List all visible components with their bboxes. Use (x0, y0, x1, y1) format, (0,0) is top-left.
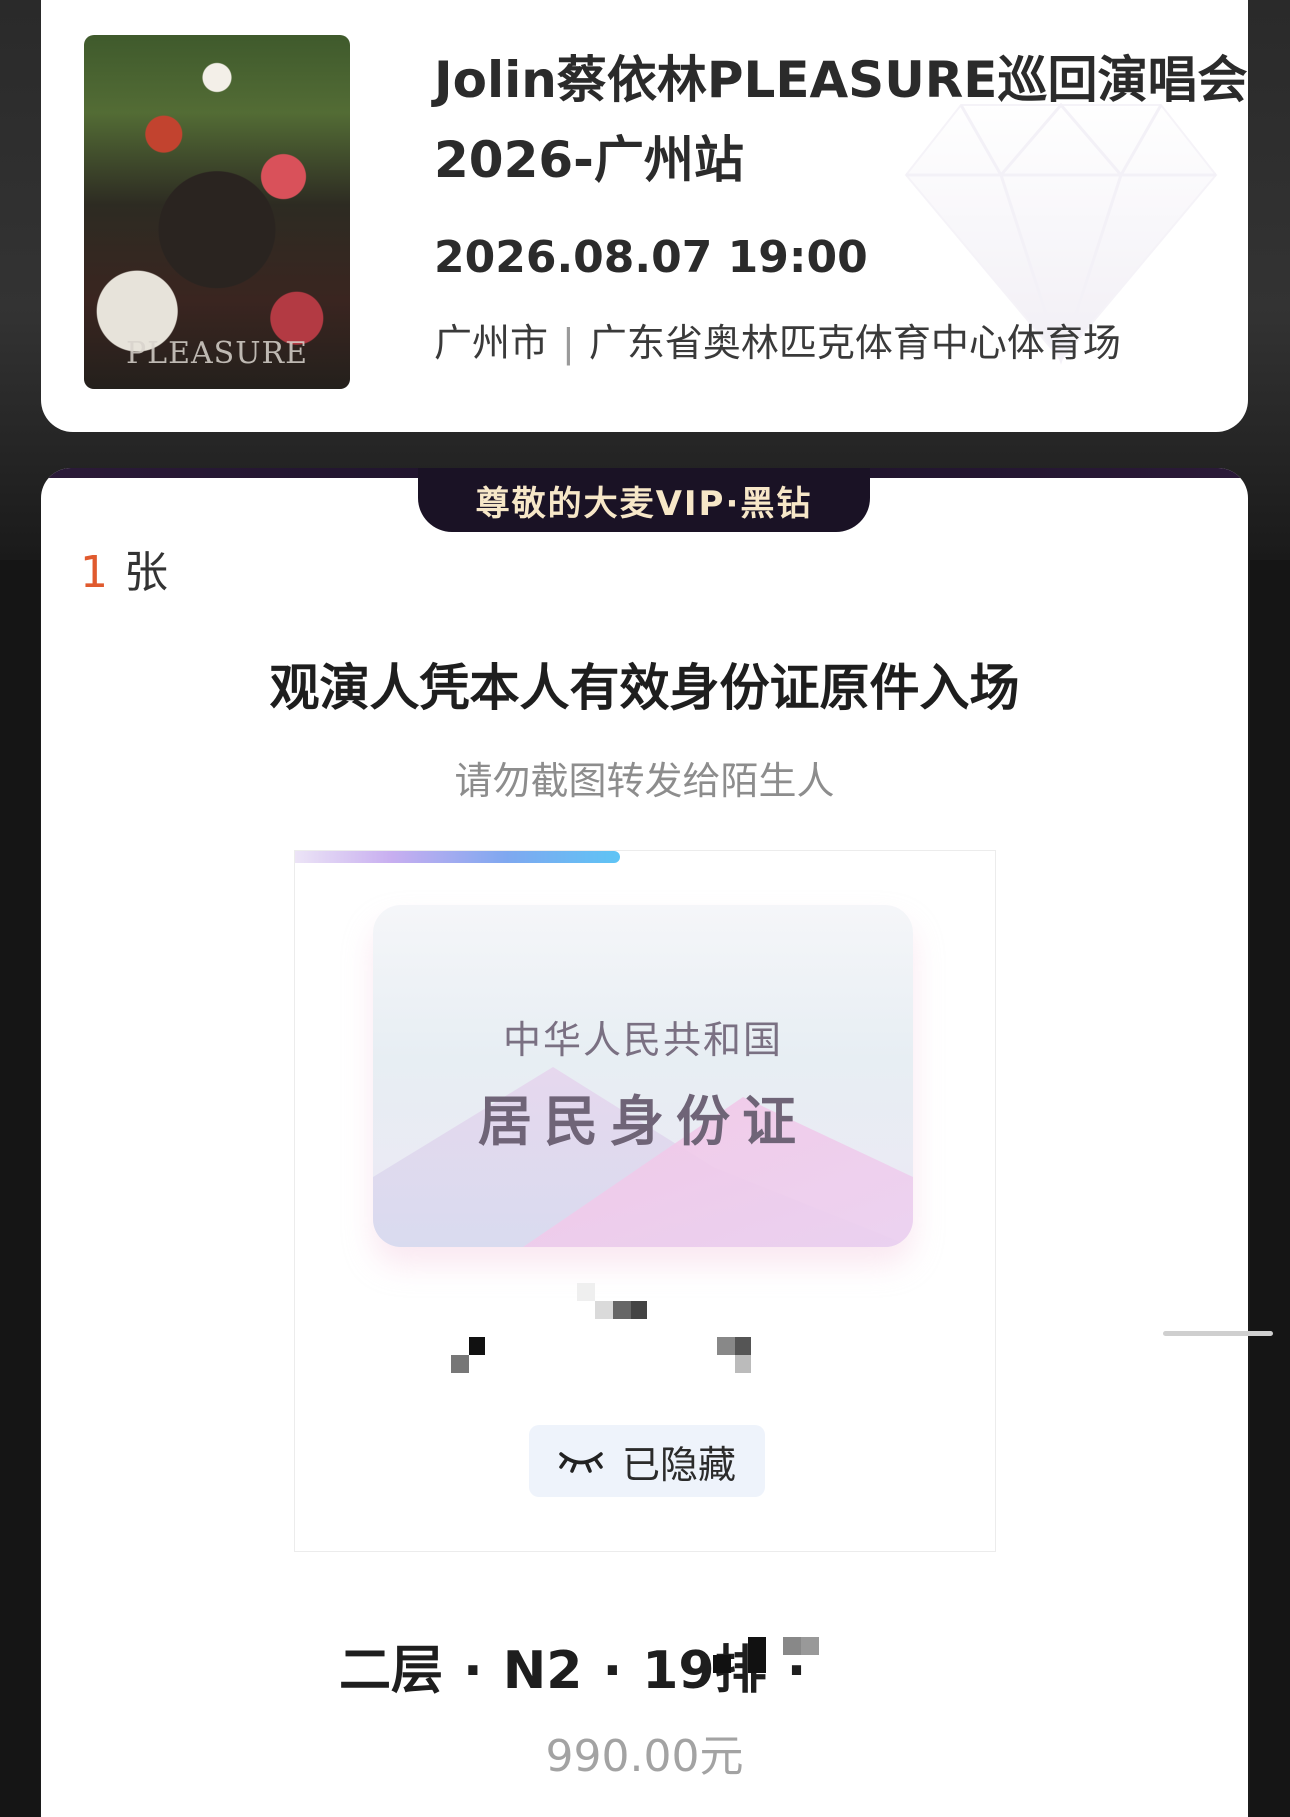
background-left (0, 560, 40, 1817)
background-right (1250, 560, 1290, 1817)
id-card-graphic: 中华人民共和国 居民身份证 (373, 905, 913, 1247)
event-title: Jolin蔡依林PLEASURE巡回演唱会2026-广州站 (434, 51, 1248, 189)
ticket-quantity-number: 1 (80, 547, 108, 598)
scroll-indicator[interactable] (1163, 1331, 1273, 1336)
seat-separator: · (602, 1641, 623, 1701)
show-hidden-info-toggle[interactable]: 已隐藏 (529, 1425, 765, 1497)
ticket-card: 尊敬的大麦VIP·黑钻 1张 观演人凭本人有效身份证原件入场 请勿截图转发给陌生… (41, 468, 1248, 1817)
screenshot-warning: 请勿截图转发给陌生人 (454, 759, 835, 803)
id-card-country: 中华人民共和国 (502, 1018, 783, 1062)
id-card-type: 居民身份证 (478, 1090, 808, 1153)
id-verification-panel: 中华人民共和国 居民身份证 已隐藏 (294, 850, 996, 1552)
ticket-quantity-unit: 张 (124, 547, 168, 598)
poster-logo-text: PLEASURE (126, 336, 308, 371)
seat-separator: · (463, 1641, 483, 1701)
event-city: 广州市 (434, 321, 549, 365)
entry-notice: 观演人凭本人有效身份证原件入场 (269, 659, 1020, 717)
seat-section: N2 (502, 1641, 583, 1701)
location-separator: | (562, 321, 575, 365)
event-poster[interactable]: PLEASURE (84, 35, 350, 389)
hidden-label: 已隐藏 (621, 1442, 736, 1487)
event-venue: 广东省奥林匹克体育中心体育场 (588, 321, 1121, 365)
refresh-progress-bar (295, 851, 620, 863)
event-card[interactable]: PLEASURE Jolin蔡依林PLEASURE巡回演唱会2026-广州站 2… (41, 0, 1248, 432)
event-datetime: 2026.08.07 19:00 (434, 232, 868, 283)
event-location: 广州市 | 广东省奥林匹克体育中心体育场 (434, 312, 1121, 367)
seat-floor: 二层 (339, 1641, 444, 1701)
vip-banner: 尊敬的大麦VIP·黑钻 (418, 468, 870, 532)
closed-eye-icon (559, 1452, 603, 1473)
ticket-price: 990.00元 (545, 1731, 744, 1782)
ticket-quantity: 1张 (80, 536, 168, 600)
